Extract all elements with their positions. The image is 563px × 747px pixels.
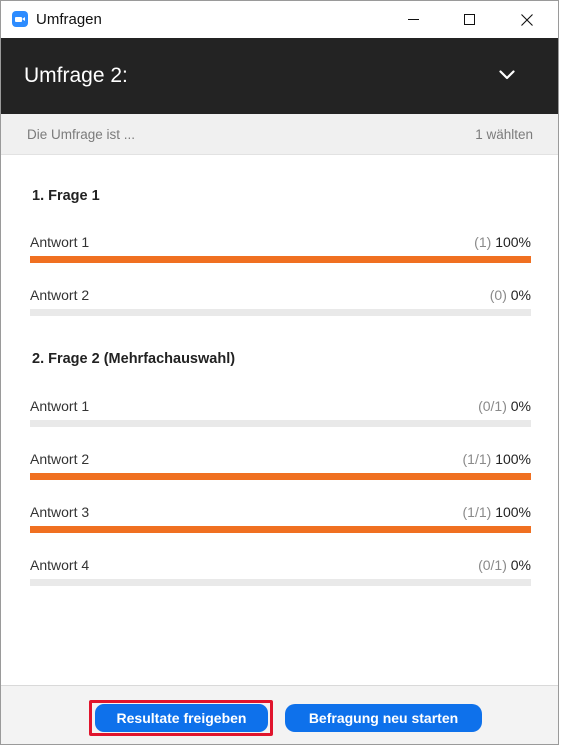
question-title: 1. Frage 1 bbox=[32, 188, 100, 204]
poll-select-dropdown[interactable] bbox=[496, 66, 518, 84]
poll-header: Umfrage 2: bbox=[1, 38, 558, 114]
answer-percent: 0% bbox=[510, 398, 531, 414]
close-icon bbox=[521, 13, 533, 26]
answer-result: (0/1) 0% bbox=[478, 557, 531, 573]
minimize-icon bbox=[407, 19, 419, 20]
answer-label: Antwort 1 bbox=[30, 234, 90, 250]
results-panel: 1. Frage 1 Antwort 1 (1) 100% Antwort 2 … bbox=[1, 155, 558, 685]
answer-percent: 0% bbox=[510, 557, 531, 573]
answer-row: Antwort 4 (0/1) 0% bbox=[30, 557, 531, 593]
result-bar-fill bbox=[30, 473, 531, 480]
answer-row: Antwort 1 (1) 100% bbox=[30, 234, 531, 270]
answer-count: (0/1) bbox=[478, 557, 507, 573]
answer-row: Antwort 2 (1/1) 100% bbox=[30, 451, 531, 487]
close-button[interactable] bbox=[504, 1, 550, 38]
window-title: Umfragen bbox=[36, 11, 102, 28]
answer-percent: 0% bbox=[510, 287, 531, 303]
answer-label: Antwort 3 bbox=[30, 504, 90, 520]
answer-count: (0) bbox=[489, 287, 507, 303]
answer-label: Antwort 2 bbox=[30, 451, 90, 467]
result-bar bbox=[30, 420, 531, 427]
answer-result: (1/1) 100% bbox=[463, 451, 532, 467]
answer-label: Antwort 2 bbox=[30, 287, 90, 303]
result-bar bbox=[30, 256, 531, 263]
result-bar bbox=[30, 526, 531, 533]
result-bar bbox=[30, 579, 531, 586]
answer-result: (1) 100% bbox=[474, 234, 531, 250]
answer-count: (1) bbox=[474, 234, 492, 250]
share-results-button[interactable]: Resultate freigeben bbox=[95, 704, 268, 732]
maximize-icon bbox=[463, 14, 475, 25]
answer-result: (0/1) 0% bbox=[478, 398, 531, 414]
poll-status-text: Die Umfrage ist ... bbox=[27, 127, 136, 142]
answer-percent: 100% bbox=[495, 504, 531, 520]
maximize-button[interactable] bbox=[446, 1, 492, 38]
chevron-down-icon bbox=[499, 70, 515, 80]
result-bar-fill bbox=[30, 526, 531, 533]
restart-poll-button[interactable]: Befragung neu starten bbox=[285, 704, 482, 732]
poll-status-bar: Die Umfrage ist ... 1 wählten bbox=[1, 114, 558, 155]
result-bar bbox=[30, 473, 531, 480]
footer-bar: Resultate freigeben Befragung neu starte… bbox=[1, 685, 558, 744]
poll-title: Umfrage 2: bbox=[24, 64, 128, 87]
answer-percent: 100% bbox=[495, 234, 531, 250]
result-bar bbox=[30, 309, 531, 316]
answer-row: Antwort 1 (0/1) 0% bbox=[30, 398, 531, 434]
answer-percent: 100% bbox=[495, 451, 531, 467]
answer-count: (0/1) bbox=[478, 398, 507, 414]
result-bar-fill bbox=[30, 256, 531, 263]
answer-row: Antwort 3 (1/1) 100% bbox=[30, 504, 531, 540]
title-bar: Umfragen bbox=[1, 1, 558, 38]
voter-count: 1 wählten bbox=[475, 127, 533, 142]
answer-result: (0) 0% bbox=[490, 287, 531, 303]
question-title: 2. Frage 2 (Mehrfachauswahl) bbox=[32, 351, 236, 367]
answer-result: (1/1) 100% bbox=[463, 504, 532, 520]
answer-label: Antwort 1 bbox=[30, 398, 90, 414]
answer-label: Antwort 4 bbox=[30, 557, 90, 573]
minimize-button[interactable] bbox=[390, 1, 436, 38]
polls-window: Umfragen Umfrage 2: Die Umfrage ist ... … bbox=[0, 0, 559, 745]
answer-count: (1/1) bbox=[462, 504, 492, 520]
answer-count: (1/1) bbox=[462, 451, 492, 467]
answer-row: Antwort 2 (0) 0% bbox=[30, 287, 531, 323]
zoom-app-icon bbox=[12, 11, 28, 27]
